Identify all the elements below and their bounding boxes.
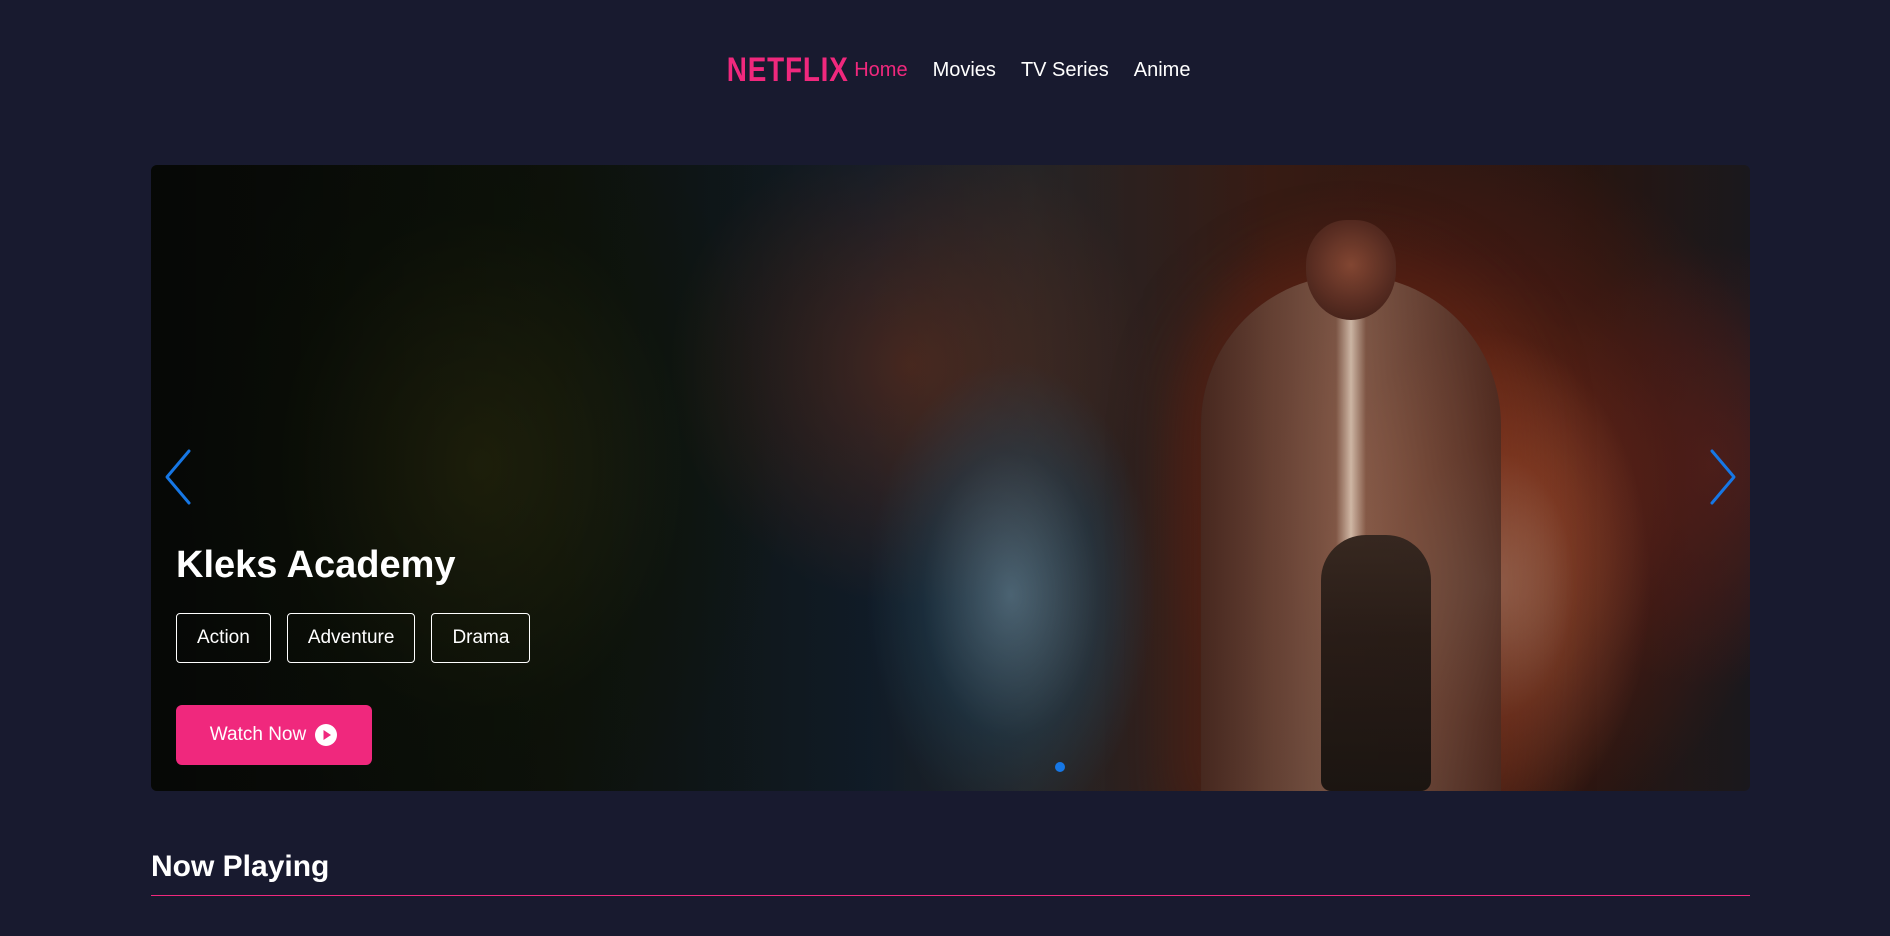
nav-link-home[interactable]: Home <box>854 60 907 80</box>
main-nav: Home Movies TV Series Anime <box>854 60 1190 80</box>
carousel-pagination <box>1055 762 1065 772</box>
nav-link-movies[interactable]: Movies <box>933 60 996 80</box>
carousel-prev-button[interactable] <box>161 447 197 507</box>
genre-tag-drama[interactable]: Drama <box>431 613 531 663</box>
watch-now-button[interactable]: Watch Now <box>176 705 372 765</box>
hero-overlay <box>151 165 1750 791</box>
netflix-logo[interactable]: NETFLIX <box>726 53 848 87</box>
nav-link-tv-series[interactable]: TV Series <box>1021 60 1109 80</box>
genre-tags: Action Adventure Drama <box>176 613 531 663</box>
chevron-left-icon <box>165 449 191 505</box>
hero-title: Kleks Academy <box>176 544 456 586</box>
nav-link-anime[interactable]: Anime <box>1134 60 1191 80</box>
genre-tag-adventure[interactable]: Adventure <box>286 613 416 663</box>
top-navbar: NETFLIX Home Movies TV Series Anime <box>0 50 1890 90</box>
carousel-dot-active[interactable] <box>1055 762 1065 772</box>
chevron-right-icon <box>1710 449 1736 505</box>
hero-carousel: Kleks Academy Action Adventure Drama Wat… <box>151 165 1750 791</box>
genre-tag-action[interactable]: Action <box>176 613 271 663</box>
section-divider <box>151 895 1750 896</box>
carousel-next-button[interactable] <box>1704 447 1740 507</box>
now-playing-heading: Now Playing <box>151 850 330 883</box>
play-circle-icon <box>315 724 338 746</box>
watch-now-label: Watch Now <box>209 724 307 745</box>
